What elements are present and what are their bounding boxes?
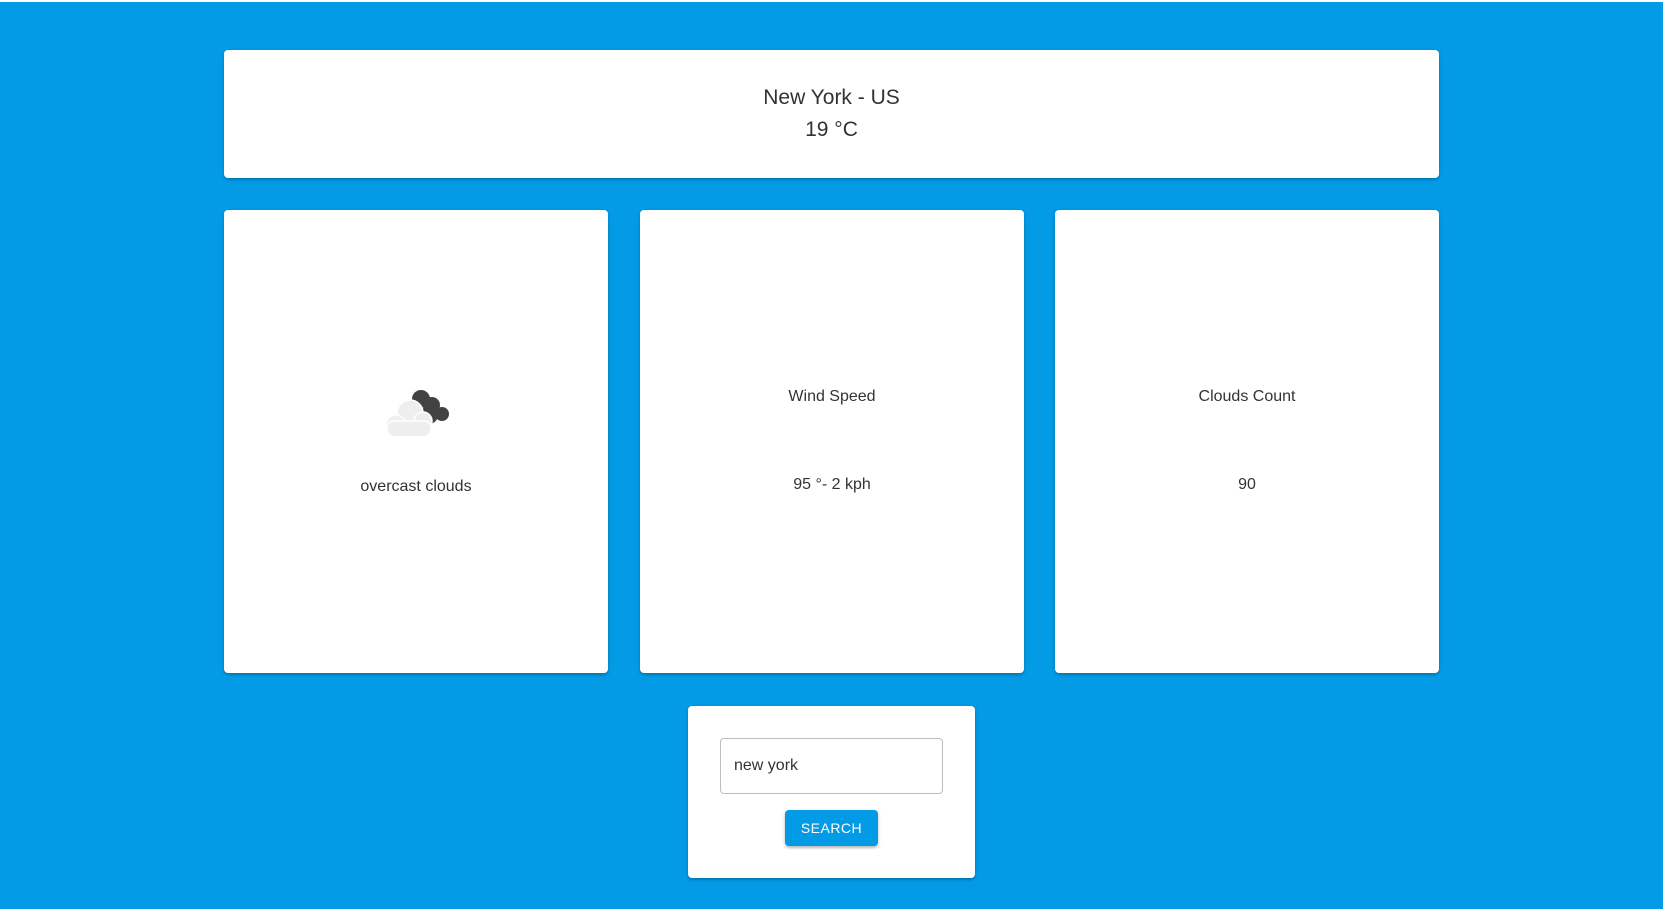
wind-speed-value: 95 °- 2 kph <box>793 476 871 493</box>
city-search-input[interactable] <box>720 738 943 794</box>
clouds-count-label: Clouds Count <box>1198 388 1296 405</box>
clouds-count-value: 90 <box>1238 476 1256 493</box>
city-name: New York - US <box>763 86 900 109</box>
search-card: SEARCH <box>688 706 975 878</box>
search-button[interactable]: SEARCH <box>785 810 878 846</box>
overcast-clouds-icon <box>385 390 449 437</box>
wind-card: Wind Speed 95 °- 2 kph <box>640 210 1024 673</box>
wind-speed-label: Wind Speed <box>788 388 876 405</box>
temperature: 19 °C <box>805 118 858 141</box>
condition-description: overcast clouds <box>360 478 472 495</box>
location-card: New York - US 19 °C <box>224 50 1439 178</box>
condition-card: overcast clouds <box>224 210 608 673</box>
top-edge <box>0 0 1663 2</box>
clouds-card: Clouds Count 90 <box>1055 210 1439 673</box>
